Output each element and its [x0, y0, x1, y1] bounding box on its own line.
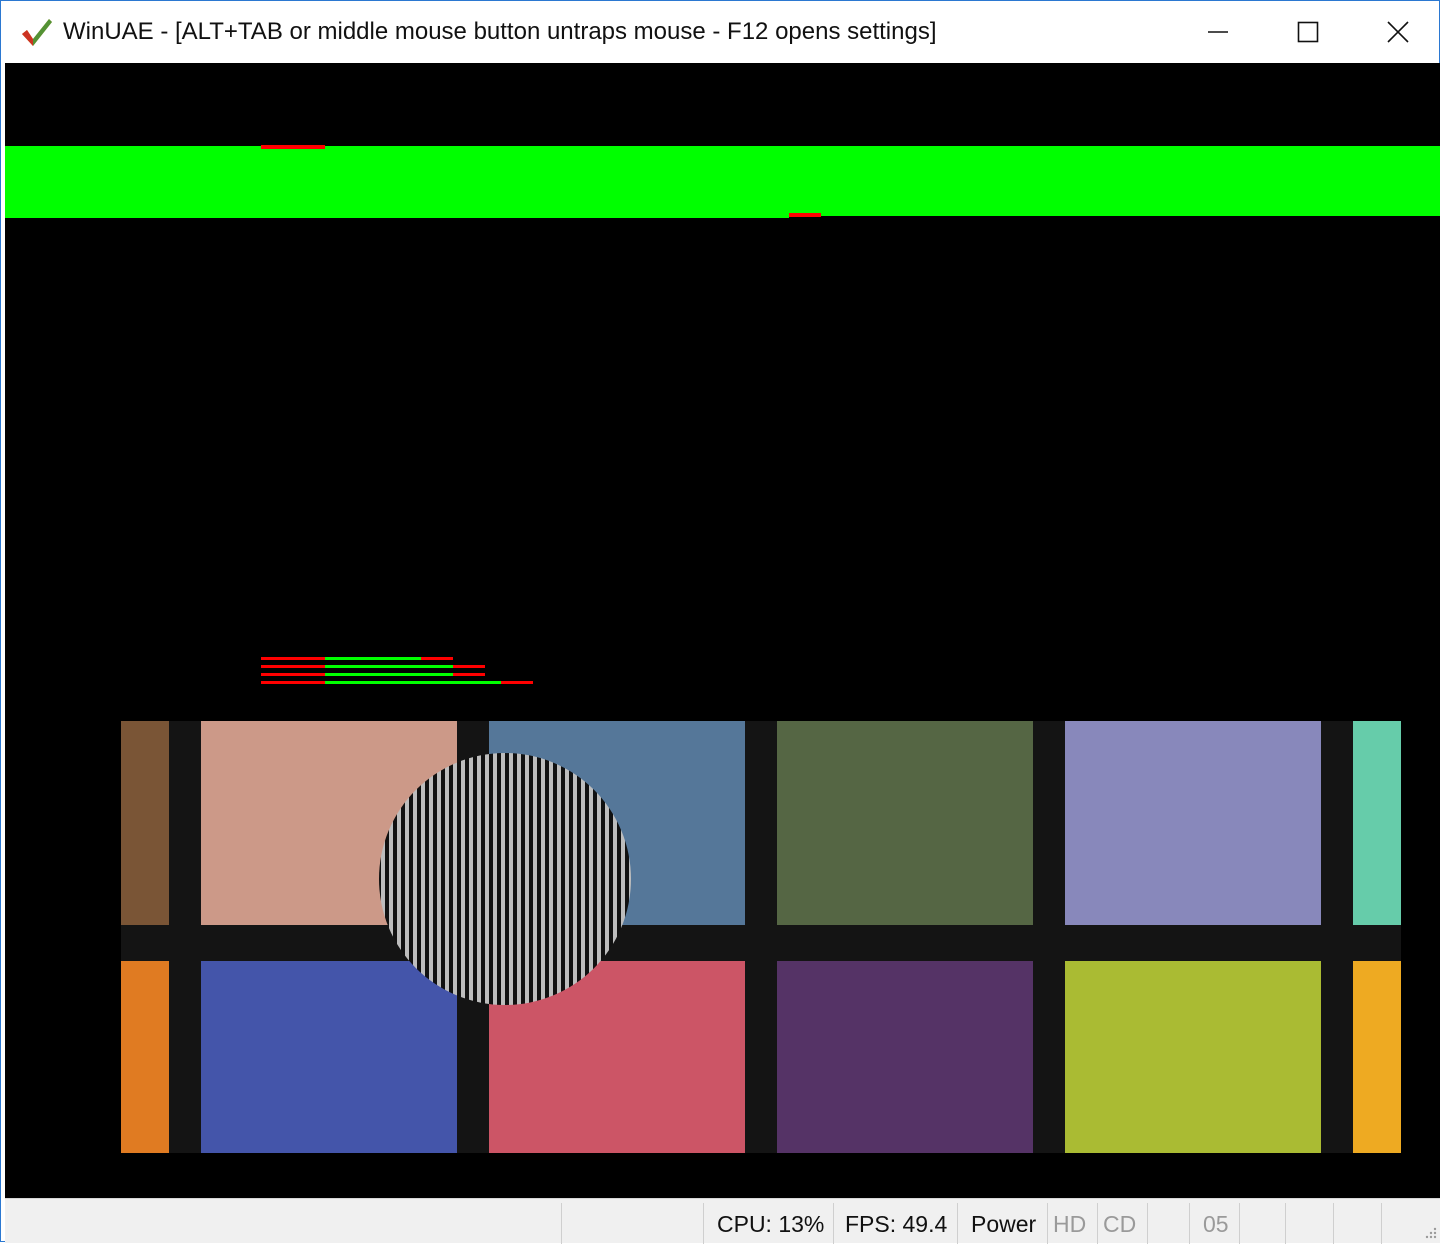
fps-counter: FPS: 49.4 [845, 1211, 948, 1237]
status-separator [561, 1203, 562, 1244]
window-title: WinUAE - [ALT+TAB or middle mouse button… [63, 18, 937, 45]
swatch-purple [777, 961, 1033, 1153]
status-separator [1285, 1203, 1286, 1244]
top-green-bar [5, 145, 1440, 218]
minimize-button[interactable] [1173, 1, 1263, 63]
winuae-checkmark-icon [22, 19, 52, 46]
status-separator [1239, 1203, 1240, 1244]
status-separator [1189, 1203, 1190, 1244]
swatch-orange [121, 961, 169, 1153]
status-separator [833, 1203, 834, 1244]
status-separator [1147, 1203, 1148, 1244]
title-bar[interactable]: WinUAE - [ALT+TAB or middle mouse button… [1, 1, 1439, 63]
cpu-usage: CPU: 13% [717, 1211, 825, 1237]
swatch-lime [1065, 961, 1321, 1153]
status-bar: CPU: 13% FPS: 49.4 Power HD CD 05 [5, 1198, 1440, 1244]
winuae-window: WinUAE - [ALT+TAB or middle mouse button… [0, 0, 1440, 1244]
minimize-icon [1208, 31, 1228, 33]
status-separator [957, 1203, 958, 1244]
emulator-screen [5, 145, 1440, 1153]
hd-led[interactable]: HD [1053, 1209, 1086, 1239]
maximize-icon [1297, 21, 1319, 43]
emulator-display[interactable] [5, 63, 1440, 1198]
close-icon [1387, 21, 1409, 43]
swatch-olive [777, 721, 1033, 925]
power-led[interactable]: Power [971, 1209, 1036, 1239]
status-separator [1381, 1203, 1382, 1244]
maximize-button[interactable] [1263, 1, 1353, 63]
swatch-blue [201, 961, 457, 1153]
status-separator [1333, 1203, 1334, 1244]
status-separator [1047, 1203, 1048, 1244]
swatch-brown [121, 721, 169, 925]
resize-grip-icon[interactable] [1423, 1225, 1437, 1239]
drive-track-indicator[interactable]: 05 [1203, 1209, 1229, 1239]
status-separator [703, 1203, 704, 1244]
status-separator [1097, 1203, 1098, 1244]
swatch-teal [1353, 721, 1401, 925]
cd-led[interactable]: CD [1103, 1209, 1136, 1239]
raster-lines [261, 657, 533, 684]
close-button[interactable] [1353, 1, 1440, 63]
swatch-amber [1353, 961, 1401, 1153]
palette-grid [121, 721, 1401, 1153]
swatch-lavender [1065, 721, 1321, 925]
